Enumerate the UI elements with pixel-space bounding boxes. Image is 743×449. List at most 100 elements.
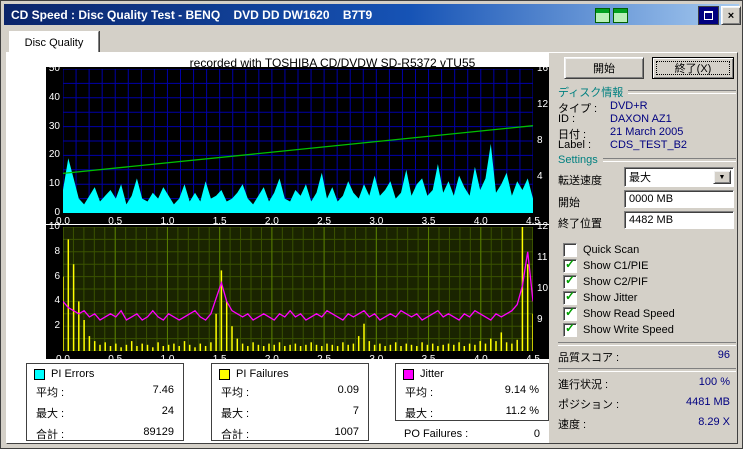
legend-row: 平均 : 7.46 <box>27 381 183 402</box>
po-failures-label: PO Failures : <box>404 428 469 440</box>
stat-value: 11.2 % <box>505 404 539 417</box>
combobox-dropdown-button[interactable]: ▼ <box>713 170 731 184</box>
green-window-icon-1[interactable] <box>595 8 610 23</box>
axis-tick-label: 8 <box>54 245 60 257</box>
pi-errors-legend: PI Errors 平均 : 7.46 最大 : 24 合計 : 89129 <box>26 363 184 441</box>
green-window-icon-bar <box>596 9 609 13</box>
checkbox-label: Show C2/PIF <box>583 275 648 288</box>
axis-tick-label: 6 <box>54 270 60 282</box>
pi-failures-legend: PI Failures 平均 : 0.09 最大 : 7 合計 : 1007 <box>211 363 369 441</box>
axis-tick-label: 16 <box>537 63 549 74</box>
stat-label: 最大 : <box>221 407 250 420</box>
legend-header: Jitter <box>396 364 548 381</box>
disc-id-label: ID : <box>558 113 576 125</box>
end-position-field[interactable]: 4482 MB <box>624 211 734 229</box>
checkbox-box[interactable]: ✓ <box>563 321 577 337</box>
legend-header: PI Errors <box>27 364 183 381</box>
axis-tick-label: 50 <box>48 63 60 74</box>
progress-value: 100 % <box>698 376 730 388</box>
maximize-button[interactable] <box>698 6 719 25</box>
pi-errors-chart: 50 40 30 20 10 0 16 12 8 4 0.0 0.5 1.0 1.5 2.0 2.5 3.0 3.… <box>46 63 549 227</box>
checkbox-box[interactable]: ✓ <box>563 272 577 289</box>
checkbox-label: Show Jitter <box>583 291 638 304</box>
divider <box>558 342 736 346</box>
legend-row: 最大 : 11.2 % <box>396 402 548 423</box>
check-icon: ✓ <box>565 272 576 287</box>
exit-button[interactable]: 終了(X) <box>652 57 734 79</box>
jitter-legend: Jitter 平均 : 9.14 % 最大 : 11.2 % <box>395 363 549 421</box>
legend-row: 最大 : 7 <box>212 402 368 423</box>
checkbox-box[interactable]: ✓ <box>563 242 577 257</box>
position-row: ポジション : 4481 MB <box>558 396 730 412</box>
stat-label: 合計 : <box>36 428 65 441</box>
check-icon: ✓ <box>565 288 576 303</box>
po-failures-value: 0 <box>533 428 540 440</box>
stat-label: 合計 : <box>221 428 250 441</box>
checkbox-show-read-speed[interactable]: ✓ Show Read Speed <box>563 305 675 321</box>
section-title: Settings <box>558 154 598 166</box>
close-button[interactable]: × <box>721 6 741 25</box>
checkbox-show-c1-pie[interactable]: ✓ Show C1/PIE <box>563 257 649 273</box>
end-position-label: 終了位置 <box>558 218 602 230</box>
green-window-icon-2[interactable] <box>613 8 628 23</box>
disc-label-row: Label : CDS_TEST_B2 <box>558 139 736 151</box>
checkbox-show-write-speed[interactable]: ✓ Show Write Speed <box>563 321 674 337</box>
checkbox-box[interactable]: ✓ <box>563 257 577 273</box>
start-position-label: 開始 <box>558 197 580 209</box>
checkbox-label: Show Read Speed <box>583 307 675 320</box>
green-window-icon-bar <box>614 9 627 13</box>
stat-label: 平均 : <box>405 386 434 399</box>
pi-errors-color-swatch <box>34 368 45 380</box>
legend-title: PI Errors <box>51 368 95 380</box>
axis-tick-label: 10 <box>48 221 60 232</box>
speed-row: 速度 : 8.29 X <box>558 416 730 432</box>
progress-label: 進行状況 : <box>558 379 609 391</box>
stat-value: 24 <box>161 404 174 417</box>
chevron-down-icon: ▼ <box>718 173 726 181</box>
axis-tick-label: 4 <box>537 171 543 182</box>
title-bar[interactable]: CD Speed : Disc Quality Test - BENQ DVD … <box>4 4 741 25</box>
section-title: ディスク情報 <box>558 87 624 99</box>
transfer-rate-value: 最大 <box>629 172 651 184</box>
start-button[interactable]: 開始 <box>564 57 644 79</box>
pi-failures-plot-area <box>63 227 533 351</box>
close-icon: × <box>727 9 735 22</box>
checkbox-box[interactable]: ✓ <box>563 305 577 321</box>
tab-label: Disc Quality <box>24 37 84 49</box>
stat-value: 7.46 <box>152 383 174 396</box>
legend-row: 平均 : 0.09 <box>212 381 368 402</box>
axis-tick-label: 30 <box>48 120 60 132</box>
axis-tick-label: 40 <box>48 91 60 103</box>
window-title: CD Speed : Disc Quality Test - BENQ DVD … <box>11 7 373 22</box>
stat-value: 7 <box>352 404 359 417</box>
quality-score-value: 96 <box>717 349 730 361</box>
pi-failures-jitter-chart: 10 8 6 4 2 12 11 10 9 0.0 0.5 1.0 1.5 2.0 2.5 3.0 3.5 4.0… <box>46 221 549 365</box>
tab-disc-quality[interactable]: Disc Quality <box>9 31 99 54</box>
start-position-field[interactable]: 0000 MB <box>624 190 734 208</box>
section-rule <box>628 90 736 94</box>
stat-label: 最大 : <box>36 407 65 420</box>
checkbox-quick-scan[interactable]: ✓ Quick Scan <box>563 242 639 257</box>
legend-title: Jitter <box>420 368 444 380</box>
progress-row: 進行状況 : 100 % <box>558 376 730 392</box>
legend-row: 合計 : 89129 <box>27 423 183 444</box>
checkbox-label: Show C1/PIE <box>583 259 649 272</box>
start-position-value: 0000 MB <box>629 193 674 205</box>
axis-tick-label: 12 <box>537 99 549 110</box>
divider <box>558 368 736 372</box>
focus-rect <box>656 61 730 75</box>
stat-value: 1007 <box>334 425 359 438</box>
transfer-rate-combobox[interactable]: 最大 ▼ <box>624 167 734 187</box>
checkbox-show-c2-pif[interactable]: ✓ Show C2/PIF <box>563 272 648 289</box>
transfer-rate-label: 転送速度 <box>558 175 602 187</box>
stat-value: 9.14 % <box>504 383 539 396</box>
checkbox-box[interactable]: ✓ <box>563 288 577 305</box>
stat-label: 平均 : <box>221 386 250 399</box>
disc-label-value: CDS_TEST_B2 <box>610 139 688 151</box>
legend-header: PI Failures <box>212 364 368 381</box>
checkbox-show-jitter[interactable]: ✓ Show Jitter <box>563 288 638 305</box>
axis-tick-label: 8 <box>537 135 543 146</box>
stat-value: 89129 <box>143 425 174 438</box>
disc-label-label: Label : <box>558 139 592 151</box>
position-label: ポジション : <box>558 399 620 411</box>
